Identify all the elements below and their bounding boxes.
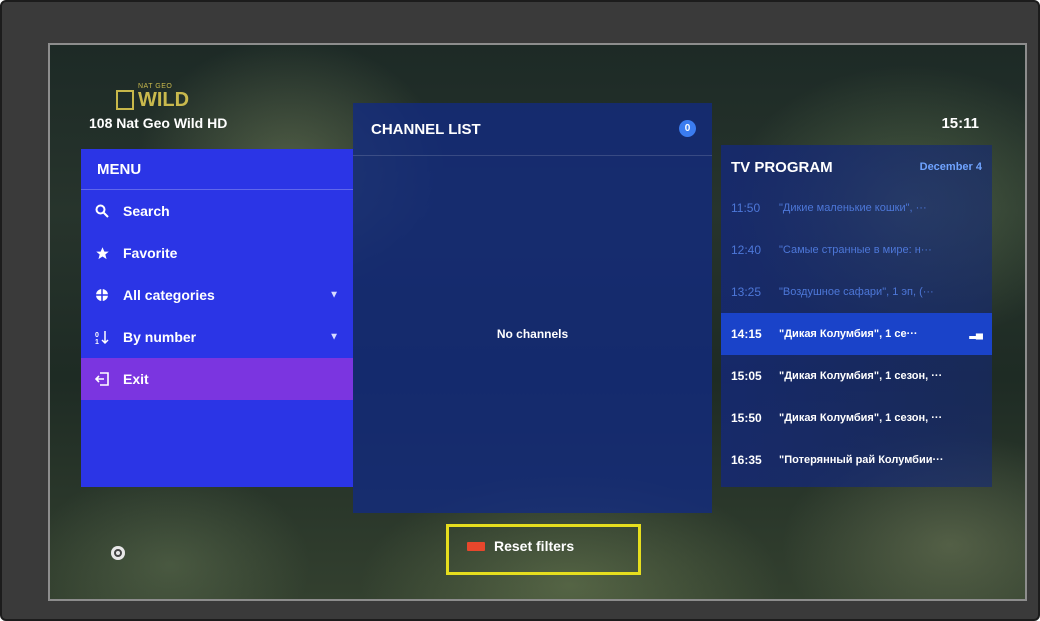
menu-item-label: Search xyxy=(123,203,170,219)
clock: 15:11 xyxy=(941,115,979,132)
menu-item-exit[interactable]: Exit xyxy=(81,358,353,400)
program-row-current[interactable]: 14:15 "Дикая Колумбия", 1 се··· ▂▄ xyxy=(721,313,992,355)
program-time: 16:35 xyxy=(731,453,762,467)
menu-item-favorite[interactable]: Favorite xyxy=(81,232,353,274)
tv-program-panel: TV PROGRAM December 4 11:50 "Дикие мален… xyxy=(721,145,992,487)
svg-text:1: 1 xyxy=(95,339,99,345)
channel-logo: NAT GEO WILD xyxy=(116,83,189,110)
program-time: 13:25 xyxy=(731,285,762,299)
settings-icon[interactable] xyxy=(111,546,125,560)
program-row[interactable]: 16:35 "Потерянный рай Колумбии··· xyxy=(721,439,992,481)
channel-list-title: CHANNEL LIST xyxy=(371,121,481,138)
program-row[interactable]: 11:50 "Дикие маленькие кошки", ··· xyxy=(721,187,992,229)
menu-panel: MENU Search Favorite All categories ▼ 0 … xyxy=(81,149,353,487)
channel-list-panel: CHANNEL LIST 0 No channels xyxy=(353,103,712,513)
program-title: "Дикая Колумбия", 1 сезон, ··· xyxy=(779,412,943,424)
chevron-down-icon: ▼ xyxy=(329,331,339,343)
program-row[interactable]: 13:25 "Воздушное сафари", 1 эп, (··· xyxy=(721,271,992,313)
program-title: "Воздушное сафари", 1 эп, (··· xyxy=(779,286,934,298)
sort-icon: 01 xyxy=(95,330,123,345)
divider xyxy=(353,155,712,156)
empty-state-text: No channels xyxy=(496,327,569,341)
menu-item-label: All categories xyxy=(123,287,215,303)
menu-title: MENU xyxy=(81,149,353,190)
program-time: 14:15 xyxy=(731,327,762,341)
menu-item-search[interactable]: Search xyxy=(81,190,353,232)
menu-item-label: By number xyxy=(123,329,197,345)
program-time: 15:50 xyxy=(731,411,762,425)
tv-program-header: TV PROGRAM December 4 xyxy=(721,145,992,187)
chevron-down-icon: ▼ xyxy=(329,289,339,301)
program-title: "Самые странные в мире: н··· xyxy=(779,244,932,256)
program-time: 11:50 xyxy=(731,201,761,215)
reset-filters-button[interactable]: Reset filters xyxy=(467,538,574,554)
red-key-icon xyxy=(467,541,485,551)
svg-text:0: 0 xyxy=(95,332,99,339)
menu-item-all-categories[interactable]: All categories ▼ xyxy=(81,274,353,316)
signal-bars-icon: ▂▄ xyxy=(969,328,983,340)
star-icon xyxy=(95,246,123,261)
tv-screen: NAT GEO WILD 108 Nat Geo Wild HD 15:11 M… xyxy=(48,43,1027,601)
program-time: 12:40 xyxy=(731,243,762,257)
program-row[interactable]: 15:05 "Дикая Колумбия", 1 сезон, ··· xyxy=(721,355,992,397)
program-title: "Дикая Колумбия", 1 се··· xyxy=(779,328,918,340)
logo-frame-icon xyxy=(116,90,134,110)
program-title: "Дикие маленькие кошки", ··· xyxy=(779,202,927,214)
menu-item-label: Favorite xyxy=(123,245,178,261)
tv-program-date: December 4 xyxy=(919,161,982,173)
program-title: "Потерянный рай Колумбии··· xyxy=(779,454,944,466)
tv-bezel: NAT GEO WILD 108 Nat Geo Wild HD 15:11 M… xyxy=(0,0,1040,621)
current-channel: 108 Nat Geo Wild HD xyxy=(89,115,228,131)
tv-program-title: TV PROGRAM xyxy=(731,159,833,176)
program-time: 15:05 xyxy=(731,369,762,383)
program-row[interactable]: 12:40 "Самые странные в мире: н··· xyxy=(721,229,992,271)
program-row[interactable]: 15:50 "Дикая Колумбия", 1 сезон, ··· xyxy=(721,397,992,439)
logo-big-text: WILD xyxy=(138,89,190,111)
search-icon xyxy=(95,204,123,218)
reset-filters-label: Reset filters xyxy=(494,538,575,554)
channel-count-badge: 0 xyxy=(679,120,696,137)
exit-icon xyxy=(95,372,123,386)
program-title: "Дикая Колумбия", 1 сезон, ··· xyxy=(779,370,943,382)
menu-item-by-number[interactable]: 01 By number ▼ xyxy=(81,316,353,358)
categories-icon xyxy=(95,288,123,302)
menu-item-label: Exit xyxy=(123,371,149,387)
